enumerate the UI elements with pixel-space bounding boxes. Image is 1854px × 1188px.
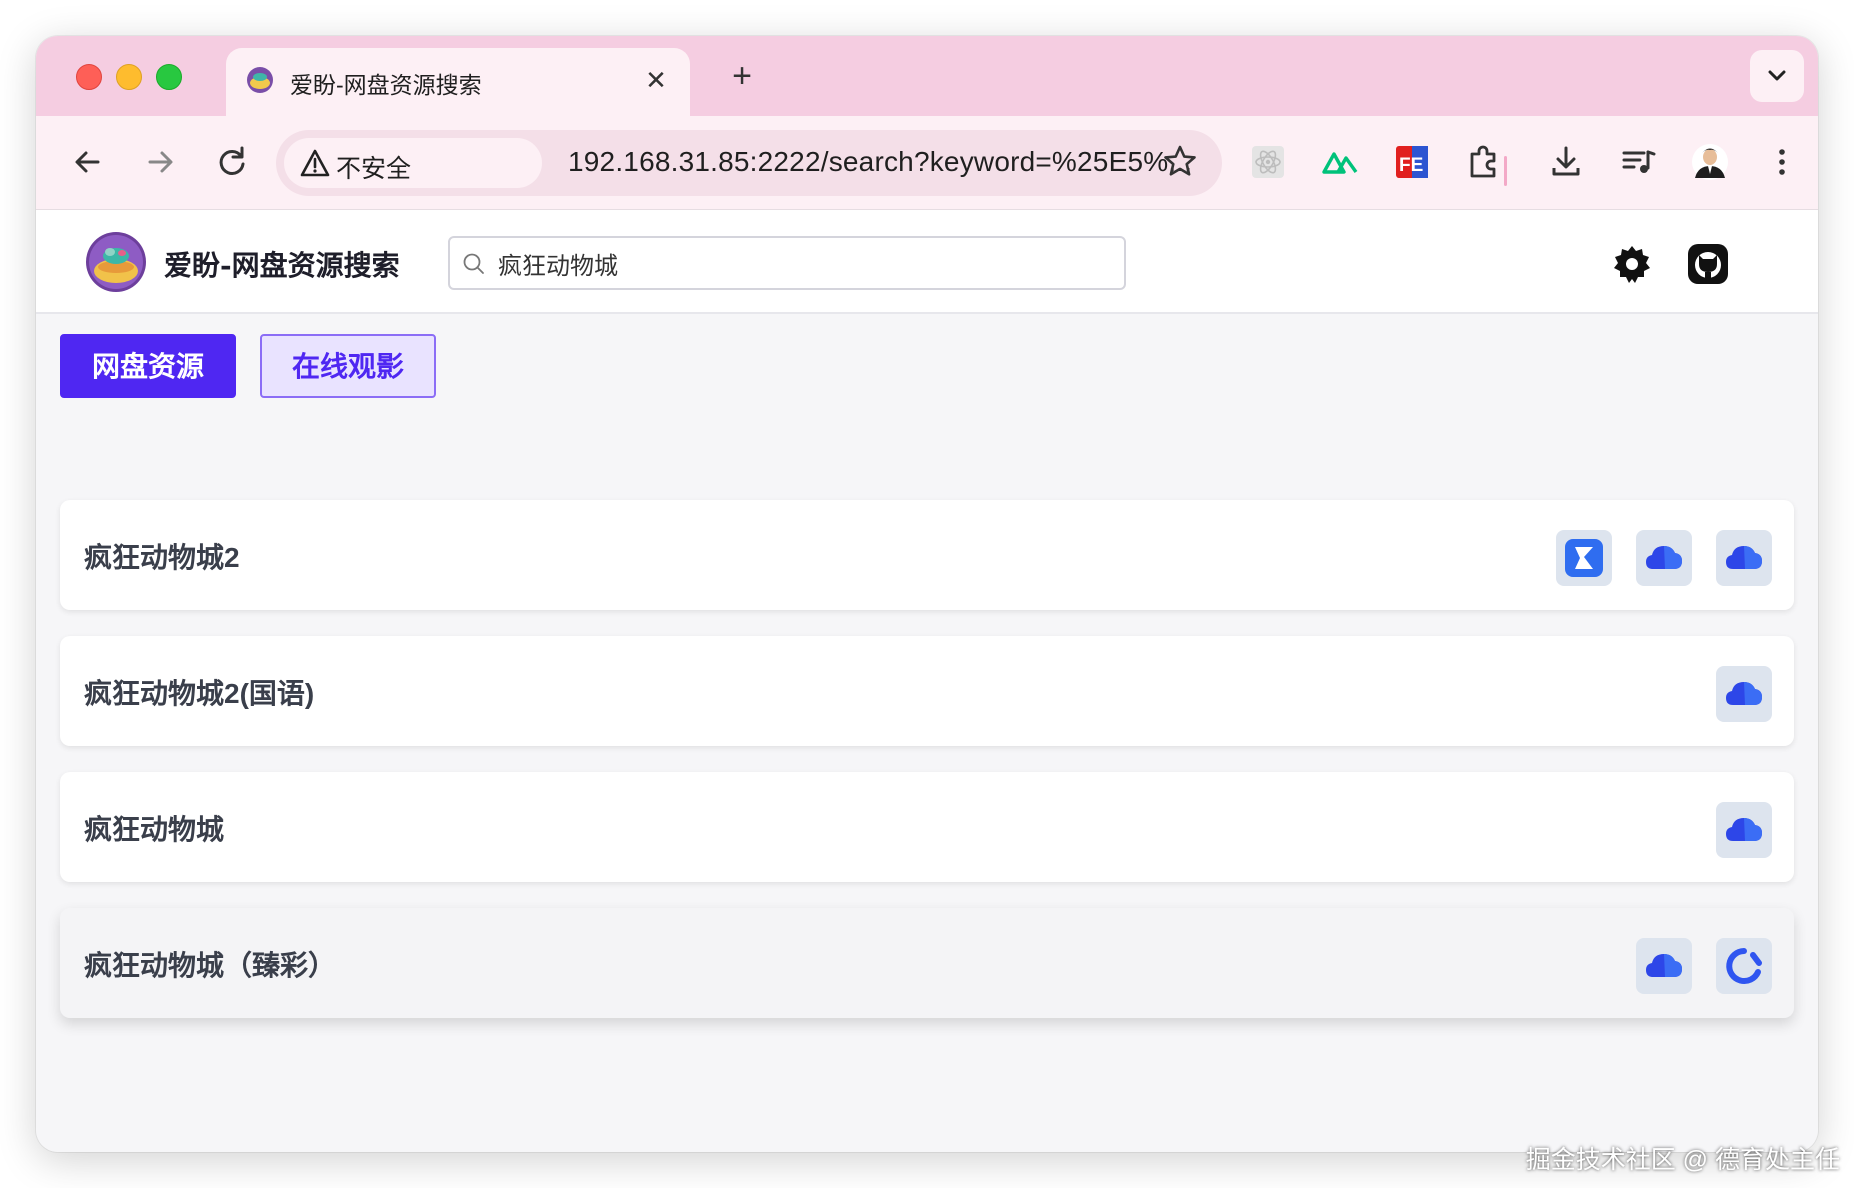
cloud-link-button[interactable] [1636,938,1692,994]
warning-icon [300,149,330,177]
search-input[interactable] [498,244,1108,282]
result-title[interactable]: 疯狂动物城（臻彩） [84,944,336,984]
avatar [1692,144,1728,180]
cloud-pan-icon [1646,546,1682,569]
browser-tab-active[interactable]: 爱盼-网盘资源搜索 ✕ [226,48,690,116]
media-controls-button[interactable] [1614,138,1662,186]
profile-button[interactable] [1686,138,1734,186]
page-content: 爱盼-网盘资源搜索 网盘资源 在线观影 [36,210,1818,1152]
cloud-pan-icon [1726,546,1762,569]
arrow-left-icon [75,151,100,173]
reload-icon [219,146,245,175]
nuxt-icon [1322,152,1358,174]
github-icon[interactable] [1686,242,1730,286]
security-label: 不安全 [336,155,412,183]
result-links [1716,666,1772,722]
aliyun-link-button[interactable] [1716,938,1772,994]
site-header: 爱盼-网盘资源搜索 [36,210,1818,314]
chevron-down-icon [1768,70,1786,81]
extensions-button[interactable] [1460,138,1508,186]
search-icon [463,253,484,274]
url-text[interactable]: 192.168.31.85:2222/search?keyword=%25E5%… [568,146,1192,178]
search-box[interactable] [448,236,1126,290]
result-title[interactable]: 疯狂动物城2 [84,536,240,576]
cloud-pan-icon [1726,682,1762,705]
result-links [1556,530,1772,586]
browser-window: 爱盼-网盘资源搜索 ✕ + 不安全 192.168.31.85:2222/sea… [36,36,1818,1152]
security-chip[interactable]: 不安全 [284,138,542,188]
result-links [1636,938,1772,994]
download-icon [1552,146,1580,176]
site-title[interactable]: 爱盼-网盘资源搜索 [164,244,400,284]
tab-search-button[interactable] [1750,50,1804,102]
result-card[interactable]: 疯狂动物城（臻彩） [60,908,1794,1018]
cloud-pan-icon [1646,954,1682,977]
react-icon [1252,146,1284,178]
result-card[interactable]: 疯狂动物城2 [60,500,1794,610]
cloud-link-button[interactable] [1636,530,1692,586]
tab-close-button[interactable]: ✕ [638,62,674,98]
result-card[interactable]: 疯狂动物城 [60,772,1794,882]
close-window-button[interactable] [76,64,102,90]
aliyun-pan-icon [1726,948,1762,984]
tab-strip: 爱盼-网盘资源搜索 ✕ + [36,36,1818,116]
result-card[interactable]: 疯狂动物城2(国语) [60,636,1794,746]
cloud-link-button[interactable] [1716,802,1772,858]
bookmark-star-icon[interactable] [1160,142,1200,182]
puzzle-piece-icon [1470,145,1496,178]
cloud-link-button[interactable] [1716,530,1772,586]
arrow-right-icon [148,151,173,173]
site-logo[interactable] [84,230,148,294]
toolbar-separator [1504,156,1507,186]
browser-toolbar: 不安全 192.168.31.85:2222/search?keyword=%2… [36,116,1818,210]
result-title[interactable]: 疯狂动物城2(国语) [84,672,314,712]
svg-text:FE: FE [1399,155,1423,176]
result-links [1716,802,1772,858]
address-bar[interactable]: 不安全 192.168.31.85:2222/search?keyword=%2… [276,130,1222,196]
browser-menu-button[interactable] [1758,138,1806,186]
minimize-window-button[interactable] [116,64,142,90]
watermark-text: 掘金技术社区 @ 德育处主任 [1525,1146,1840,1174]
playlist-music-icon [1622,150,1656,173]
tab-netdisk-resources[interactable]: 网盘资源 [60,334,236,398]
cloud-link-button[interactable] [1716,666,1772,722]
site-favicon-icon [247,67,273,93]
quark-link-button[interactable] [1556,530,1612,586]
downloads-button[interactable] [1542,138,1590,186]
cloud-pan-icon [1726,818,1762,841]
fe-helper-icon: FE [1396,146,1428,178]
quark-pan-icon [1565,539,1603,577]
react-devtools-extension[interactable] [1244,138,1292,186]
maximize-window-button[interactable] [156,64,182,90]
result-title[interactable]: 疯狂动物城 [84,808,224,848]
back-button[interactable] [64,138,112,186]
more-vertical-icon [1779,149,1785,175]
forward-button[interactable] [136,138,184,186]
reload-button[interactable] [208,138,256,186]
tab-title: 爱盼-网盘资源搜索 [290,72,482,98]
settings-gear-icon[interactable] [1610,242,1654,286]
tab-online-watch[interactable]: 在线观影 [260,334,436,398]
new-tab-button[interactable]: + [722,56,762,96]
vue-devtools-extension[interactable] [1316,138,1364,186]
fehelper-extension[interactable]: FE [1388,138,1436,186]
